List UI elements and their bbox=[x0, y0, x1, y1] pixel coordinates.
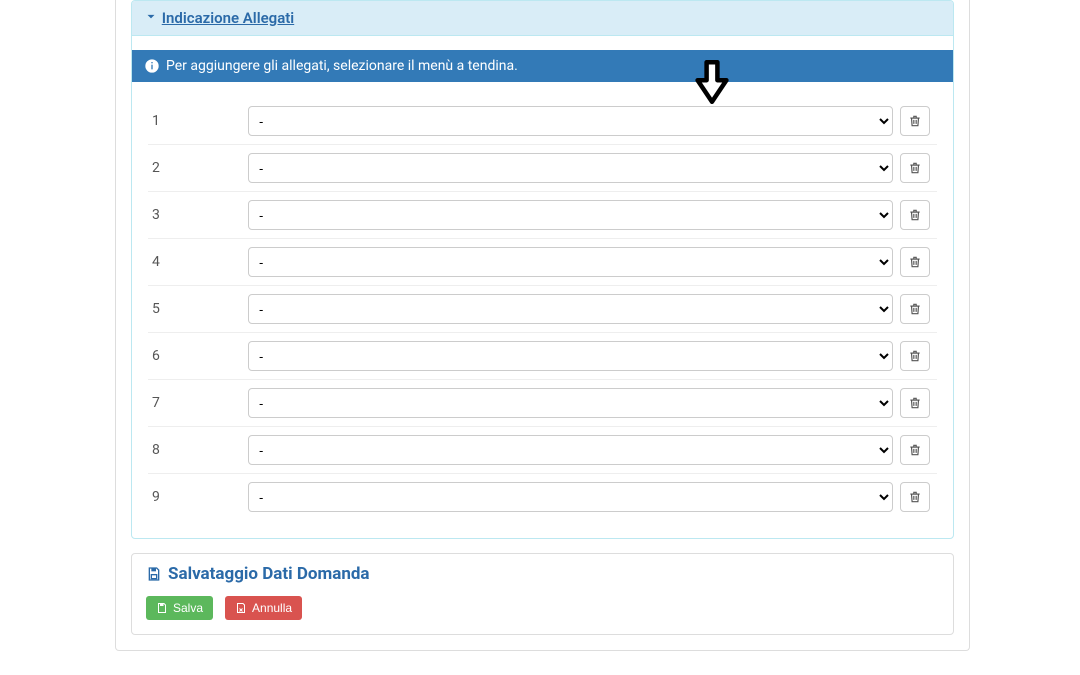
save-panel-title: Salvataggio Dati Domanda bbox=[168, 564, 370, 584]
attachment-select[interactable]: - bbox=[248, 388, 893, 418]
row-delete-wrap bbox=[893, 106, 937, 136]
attachment-row: 3- bbox=[148, 192, 937, 239]
trash-icon bbox=[908, 161, 922, 175]
attachment-row: 5- bbox=[148, 286, 937, 333]
trash-icon bbox=[908, 396, 922, 410]
attachment-row: 8- bbox=[148, 427, 937, 474]
row-number: 4 bbox=[148, 254, 248, 270]
delete-row-button[interactable] bbox=[900, 247, 930, 277]
attachment-select[interactable]: - bbox=[248, 294, 893, 324]
row-select-wrap: - bbox=[248, 341, 893, 371]
row-select-wrap: - bbox=[248, 482, 893, 512]
attachment-row: 4- bbox=[148, 239, 937, 286]
trash-icon bbox=[908, 443, 922, 457]
trash-icon bbox=[908, 349, 922, 363]
attachments-rows: 1-2-3-4-5-6-7-8-9- bbox=[132, 82, 953, 538]
row-number: 2 bbox=[148, 160, 248, 176]
main-panel: Indicazione Allegati Per aggiungere gli … bbox=[115, 0, 970, 651]
row-delete-wrap bbox=[893, 200, 937, 230]
save-button-label: Salva bbox=[173, 601, 203, 615]
attachments-panel: Indicazione Allegati Per aggiungere gli … bbox=[131, 0, 954, 539]
trash-icon bbox=[908, 302, 922, 316]
row-delete-wrap bbox=[893, 153, 937, 183]
row-select-wrap: - bbox=[248, 294, 893, 324]
row-delete-wrap bbox=[893, 341, 937, 371]
attachments-info-bar: Per aggiungere gli allegati, selezionare… bbox=[132, 50, 953, 82]
delete-row-button[interactable] bbox=[900, 294, 930, 324]
row-number: 1 bbox=[148, 113, 248, 129]
attachment-select[interactable]: - bbox=[248, 247, 893, 277]
attachment-select[interactable]: - bbox=[248, 435, 893, 465]
attachment-select[interactable]: - bbox=[248, 106, 893, 136]
attachment-select[interactable]: - bbox=[248, 153, 893, 183]
row-number: 3 bbox=[148, 207, 248, 223]
attachments-title-link[interactable]: Indicazione Allegati bbox=[162, 9, 294, 27]
save-panel-buttons: Salva Annulla bbox=[132, 588, 953, 634]
row-select-wrap: - bbox=[248, 200, 893, 230]
save-panel: Salvataggio Dati Domanda Salva Annulla bbox=[131, 553, 954, 635]
row-select-wrap: - bbox=[248, 435, 893, 465]
trash-icon bbox=[908, 255, 922, 269]
delete-row-button[interactable] bbox=[900, 341, 930, 371]
attachments-body: Per aggiungere gli allegati, selezionare… bbox=[132, 50, 953, 538]
attachment-select[interactable]: - bbox=[248, 482, 893, 512]
trash-icon bbox=[908, 208, 922, 222]
attachments-heading: Indicazione Allegati bbox=[132, 1, 953, 36]
floppy-icon bbox=[146, 566, 162, 582]
delete-row-button[interactable] bbox=[900, 153, 930, 183]
row-delete-wrap bbox=[893, 482, 937, 512]
row-number: 8 bbox=[148, 442, 248, 458]
row-number: 7 bbox=[148, 395, 248, 411]
row-select-wrap: - bbox=[248, 106, 893, 136]
save-button[interactable]: Salva bbox=[146, 596, 213, 620]
attachment-select[interactable]: - bbox=[248, 341, 893, 371]
attachment-row: 6- bbox=[148, 333, 937, 380]
cancel-button-label: Annulla bbox=[252, 601, 292, 615]
row-delete-wrap bbox=[893, 388, 937, 418]
attachment-row: 1- bbox=[148, 98, 937, 145]
row-number: 6 bbox=[148, 348, 248, 364]
floppy-remove-icon bbox=[235, 602, 247, 614]
delete-row-button[interactable] bbox=[900, 106, 930, 136]
delete-row-button[interactable] bbox=[900, 435, 930, 465]
delete-row-button[interactable] bbox=[900, 388, 930, 418]
info-icon bbox=[144, 58, 160, 74]
floppy-icon bbox=[156, 602, 168, 614]
attachment-row: 2- bbox=[148, 145, 937, 192]
save-panel-heading: Salvataggio Dati Domanda bbox=[132, 554, 953, 588]
row-delete-wrap bbox=[893, 294, 937, 324]
row-select-wrap: - bbox=[248, 153, 893, 183]
row-delete-wrap bbox=[893, 247, 937, 277]
attachment-select[interactable]: - bbox=[248, 200, 893, 230]
attachment-row: 7- bbox=[148, 380, 937, 427]
row-delete-wrap bbox=[893, 435, 937, 465]
delete-row-button[interactable] bbox=[900, 200, 930, 230]
attachment-row: 9- bbox=[148, 474, 937, 520]
arrow-down-icon bbox=[144, 9, 158, 23]
row-number: 9 bbox=[148, 489, 248, 505]
row-number: 5 bbox=[148, 301, 248, 317]
row-select-wrap: - bbox=[248, 388, 893, 418]
trash-icon bbox=[908, 490, 922, 504]
trash-icon bbox=[908, 114, 922, 128]
cancel-button[interactable]: Annulla bbox=[225, 596, 302, 620]
attachments-info-text: Per aggiungere gli allegati, selezionare… bbox=[166, 58, 518, 74]
row-select-wrap: - bbox=[248, 247, 893, 277]
delete-row-button[interactable] bbox=[900, 482, 930, 512]
